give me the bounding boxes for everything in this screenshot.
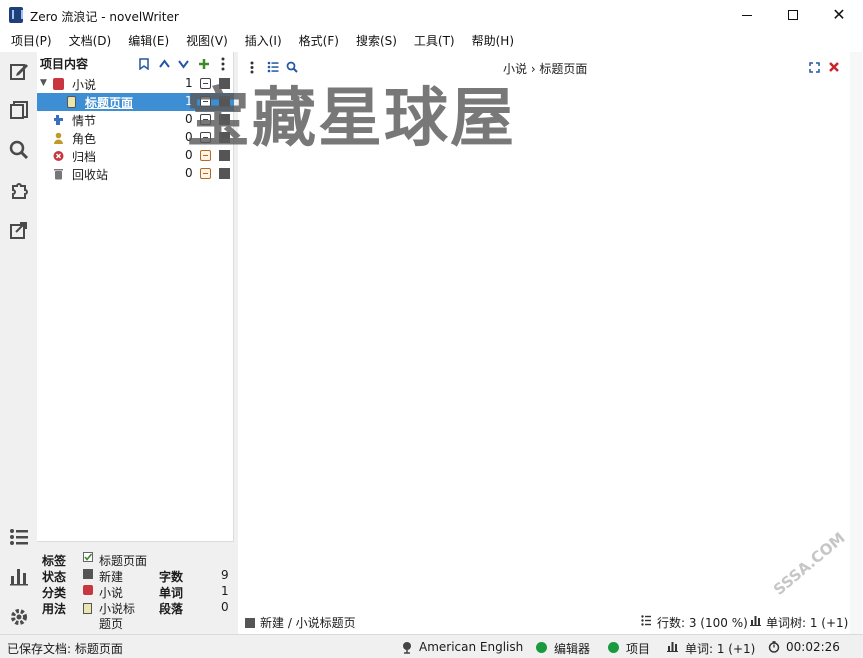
item-details-panel: 标签 状态 分类 用法 标题页面 新建 小说 小说标 题页 字数 单词 段落 9…: [37, 541, 234, 634]
lines-icon: [641, 615, 651, 626]
outline-icon[interactable]: [9, 527, 29, 547]
usage-label: 用法: [42, 602, 67, 616]
close-button[interactable]: ✕: [816, 0, 862, 30]
maximize-button[interactable]: [770, 0, 816, 30]
menu-view[interactable]: 视图(V): [175, 31, 234, 52]
novel-root-icon: [53, 78, 64, 90]
menu-insert[interactable]: 插入(I): [234, 31, 288, 52]
tree-item-count: 0: [185, 166, 193, 180]
menu-project[interactable]: 项目(P): [0, 31, 58, 52]
minimize-button[interactable]: [724, 0, 770, 30]
title-bar: Zero 流浪记 - novelWriter ✕: [0, 0, 863, 31]
status-value: 新建: [99, 570, 124, 584]
documents-icon[interactable]: [9, 100, 29, 120]
tree-header: 项目内容: [40, 57, 89, 71]
status-icon: [200, 168, 211, 179]
language-icon: [403, 642, 411, 654]
focus-mode-icon[interactable]: [809, 62, 820, 73]
language-status[interactable]: American English: [419, 640, 523, 654]
footer-lines: 行数: 3 (100 %): [657, 616, 748, 630]
saved-status: 已保存文档: 标题页面: [7, 642, 123, 656]
session-timer: 00:02:26: [786, 640, 840, 654]
app-icon: [9, 7, 23, 23]
trash-icon: [54, 169, 63, 180]
project-status-dot-icon: [608, 642, 619, 653]
settings-icon[interactable]: [9, 607, 29, 627]
paras-value: 0: [221, 600, 229, 614]
menu-bar: 项目(P) 文档(D) 编辑(E) 视图(V) 插入(I) 格式(F) 搜索(S…: [0, 31, 863, 52]
chars-label: 字数: [159, 570, 184, 584]
tree-item-label: 归档: [72, 150, 97, 164]
plugin-icon[interactable]: [9, 180, 29, 200]
tag-value: 标题页面: [99, 554, 148, 568]
editor-scrollbar[interactable]: [850, 52, 862, 634]
novel-class-icon: [83, 585, 93, 595]
menu-document[interactable]: 文档(D): [58, 31, 118, 52]
editor-status-dot-icon: [536, 642, 547, 653]
close-icon: ✕: [832, 5, 846, 24]
tree-item-label: 角色: [72, 132, 97, 146]
wordcount-icon: [750, 616, 761, 626]
timer-icon: [768, 641, 780, 653]
archive-icon: [53, 151, 64, 161]
move-up-icon[interactable]: [159, 59, 170, 69]
menu-format[interactable]: 格式(F): [288, 31, 345, 52]
word-count-status: 单词: 1 (+1): [685, 642, 756, 656]
menu-search[interactable]: 搜索(S): [345, 31, 403, 52]
window-title: Zero 流浪记 - novelWriter: [30, 10, 179, 24]
tree-item-label: 标题页面: [85, 96, 134, 110]
export-icon[interactable]: [9, 220, 29, 240]
tree-item-trash[interactable]: 回收站 0: [37, 165, 234, 183]
left-sidebar: [0, 52, 37, 634]
word-stats-icon: [667, 642, 678, 652]
editor-status: 编辑器: [554, 642, 591, 656]
footer-words: 单词树: 1 (+1): [766, 616, 849, 630]
expand-arrow-icon[interactable]: ▼: [40, 78, 47, 88]
status-label: 状态: [42, 570, 67, 584]
chars-value: 9: [221, 568, 229, 582]
words-label: 单词: [159, 586, 184, 600]
paras-label: 段落: [159, 602, 184, 616]
bookmark-icon[interactable]: [139, 58, 149, 70]
footer-status-text: 新建 / 小说标题页: [260, 616, 356, 630]
tag-label: 标签: [42, 554, 67, 568]
menu-help[interactable]: 帮助(H): [461, 31, 520, 52]
document-icon: [83, 603, 92, 614]
maximize-icon: [788, 10, 798, 20]
importance-icon: [219, 168, 230, 179]
footer-status: 新建 / 小说标题页: [245, 614, 356, 631]
search-icon[interactable]: [9, 140, 29, 160]
edit-icon[interactable]: [9, 61, 29, 81]
minimize-icon: [742, 14, 752, 16]
close-document-icon[interactable]: [829, 62, 839, 72]
checkmark-icon: [83, 552, 93, 562]
status-square-icon: [245, 618, 255, 628]
status-square-icon: [83, 569, 93, 579]
editor-footer: 新建 / 小说标题页 行数: 3 (100 %) 单词树: 1 (+1): [238, 609, 863, 633]
class-label: 分类: [42, 586, 67, 600]
tree-item-label: 回收站: [72, 168, 109, 182]
person-icon: [54, 132, 63, 144]
watermark: 宝藏星球屋: [186, 82, 516, 156]
document-icon: [67, 96, 76, 108]
project-status: 项目: [626, 642, 651, 656]
stats-icon[interactable]: [9, 566, 29, 586]
status-bar: 已保存文档: 标题页面 American English 编辑器 项目 单词: …: [0, 634, 863, 658]
tree-item-label: 小说: [72, 78, 97, 92]
tree-item-label: 情节: [72, 114, 97, 128]
plot-icon: [54, 115, 63, 125]
words-value: 1: [221, 584, 229, 598]
menu-edit[interactable]: 编辑(E): [117, 31, 175, 52]
class-value: 小说: [99, 586, 124, 600]
usage-value-line2: 题页: [99, 617, 124, 631]
menu-tools[interactable]: 工具(T): [403, 31, 461, 52]
